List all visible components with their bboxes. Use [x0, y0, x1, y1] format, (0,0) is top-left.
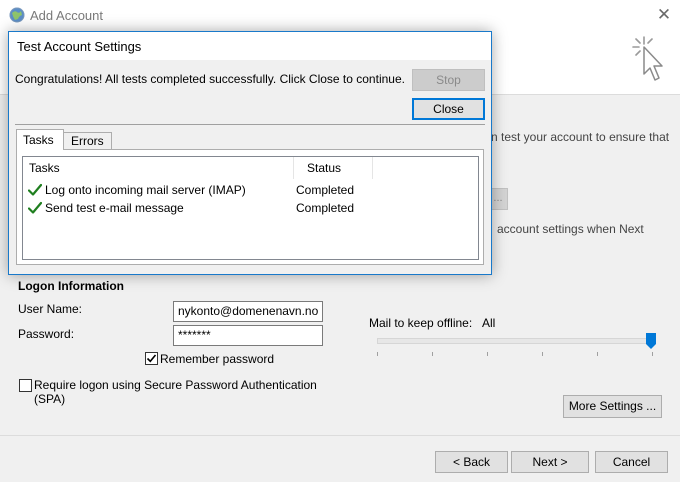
username-input[interactable]: nykonto@domenenavn.no — [173, 301, 323, 322]
slider-tick — [597, 352, 598, 356]
column-divider — [372, 157, 373, 179]
column-divider — [293, 157, 294, 179]
dialog-message: Congratulations! All tests completed suc… — [15, 72, 405, 86]
slider-tick — [432, 352, 433, 356]
logon-section-title: Logon Information — [18, 279, 124, 293]
tab-tasks[interactable]: Tasks — [16, 129, 64, 150]
tab-errors[interactable]: Errors — [64, 132, 112, 150]
back-button[interactable]: < Back — [435, 451, 508, 473]
window-close-button[interactable]: ✕ — [654, 5, 674, 25]
cursor-sparkle-icon — [632, 36, 663, 81]
remember-password-checkbox[interactable] — [145, 352, 158, 365]
green-check-icon — [28, 201, 42, 214]
slider-tick — [652, 352, 653, 356]
more-settings-button[interactable]: More Settings ... — [563, 395, 662, 418]
password-label: Password: — [18, 327, 75, 341]
remember-password-label: Remember password — [160, 352, 275, 366]
spa-label: Require logon using Secure Password Auth… — [34, 378, 317, 392]
column-header-tasks[interactable]: Tasks — [29, 157, 60, 179]
dialog-divider — [15, 124, 485, 125]
slider-tick — [377, 352, 378, 356]
test-account-dialog: Test Account Settings Congratulations! A… — [8, 31, 492, 275]
close-button[interactable]: Close — [412, 98, 485, 120]
offline-value: All — [482, 316, 496, 330]
tasks-list[interactable]: Tasks Status Log onto incoming mail serv… — [22, 156, 479, 260]
globe-icon — [9, 7, 25, 23]
window-title: Add Account — [30, 8, 103, 23]
task-status: Completed — [296, 183, 355, 197]
dialog-title: Test Account Settings — [17, 39, 142, 54]
footer-divider — [0, 435, 680, 436]
behind-text-line1: n test your account to ensure that — [491, 130, 670, 144]
stop-button[interactable]: Stop — [412, 69, 485, 91]
behind-text-line2: account settings when Next — [497, 222, 644, 236]
table-row[interactable]: Log onto incoming mail server (IMAP) Com… — [23, 181, 478, 199]
spa-label-continued: (SPA) — [34, 392, 66, 406]
spa-checkbox[interactable] — [19, 379, 32, 392]
checkmark-icon — [146, 354, 157, 363]
task-name: Log onto incoming mail server (IMAP) — [45, 183, 246, 197]
cancel-button[interactable]: Cancel — [595, 451, 668, 473]
slider-tick — [542, 352, 543, 356]
table-row[interactable]: Send test e-mail message Completed — [23, 199, 478, 217]
tasks-tab-panel: Tasks Status Log onto incoming mail serv… — [16, 149, 484, 265]
offline-slider-thumb[interactable] — [646, 333, 656, 349]
task-name: Send test e-mail message — [45, 201, 184, 215]
next-button[interactable]: Next > — [511, 451, 589, 473]
column-header-status[interactable]: Status — [307, 157, 341, 179]
task-status: Completed — [296, 201, 355, 215]
offline-label: Mail to keep offline: — [369, 316, 473, 330]
username-label: User Name: — [18, 302, 83, 316]
slider-tick — [487, 352, 488, 356]
password-input[interactable]: ******* — [173, 325, 323, 346]
offline-slider-track[interactable] — [377, 338, 655, 344]
green-check-icon — [28, 183, 42, 196]
